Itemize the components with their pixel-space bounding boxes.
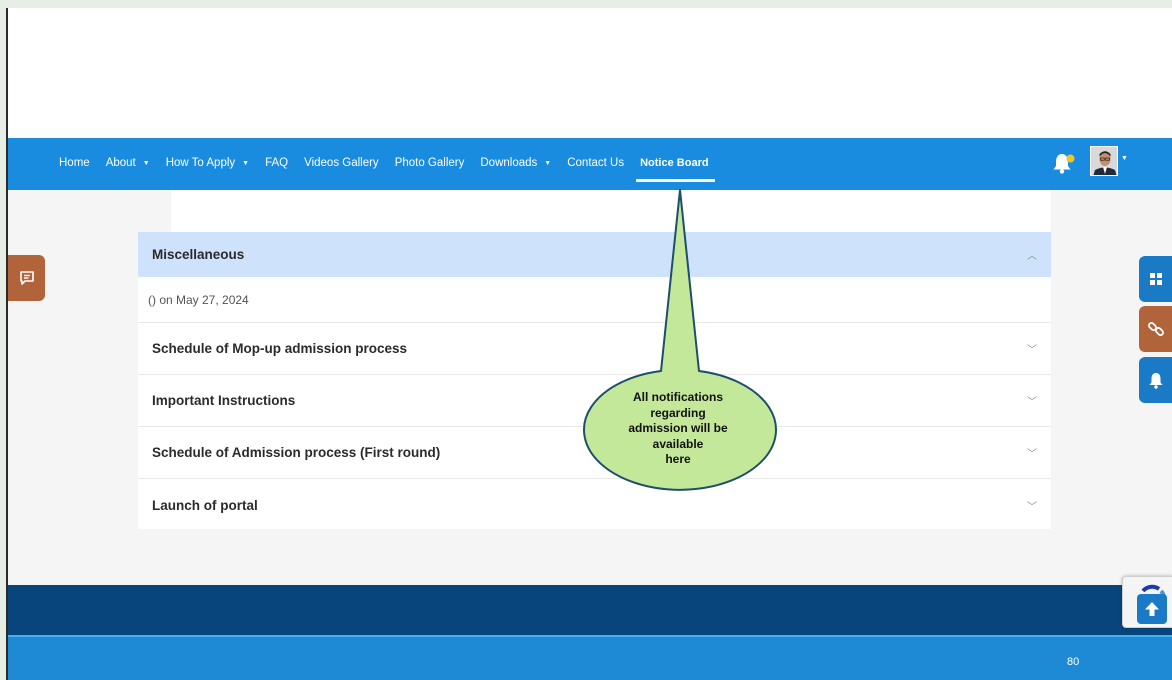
- footer-light-band: [8, 637, 1172, 680]
- page-number: 80: [1067, 656, 1080, 668]
- nav-home[interactable]: Home: [59, 157, 90, 169]
- category-meta: () on May 27, 2024: [138, 277, 1051, 323]
- chevron-down-icon: ﹀: [1027, 397, 1037, 408]
- slide-top-area: [8, 8, 1172, 138]
- callout-line: regarding: [650, 405, 706, 420]
- chevron-down-icon[interactable]: ▼: [1121, 155, 1128, 162]
- grid-icon: [1149, 273, 1162, 285]
- chevron-down-icon: ▼: [142, 159, 150, 167]
- chevron-down-icon: ﹀: [1027, 449, 1037, 460]
- chevron-down-icon: ﹀: [1027, 345, 1037, 356]
- nav-notice-board[interactable]: Notice Board: [636, 157, 716, 182]
- callout-line: All notifications: [633, 390, 723, 404]
- notice-item[interactable]: Schedule of Mop-up admission process ﹀: [138, 323, 1051, 375]
- notification-side-button[interactable]: [1139, 357, 1172, 403]
- footer-dark-band: [8, 585, 1172, 637]
- nav-about[interactable]: About ▼: [106, 157, 150, 169]
- nav-faq[interactable]: FAQ: [265, 157, 288, 169]
- nav-how-to-apply-label: How To Apply: [165, 157, 236, 169]
- nav-downloads-label: Downloads: [480, 157, 538, 169]
- scroll-to-top-button[interactable]: [1137, 594, 1167, 624]
- link-icon: [1147, 322, 1164, 336]
- nav-downloads[interactable]: Downloads ▼: [480, 157, 551, 169]
- callout-line: available: [652, 436, 704, 451]
- nav-faq-label: FAQ: [265, 157, 289, 169]
- bell-icon: [1053, 154, 1075, 174]
- notice-title: Schedule of Mop-up admission process: [152, 341, 408, 356]
- nav-photo-gallery[interactable]: Photo Gallery: [395, 157, 465, 169]
- accordion-header-miscellaneous[interactable]: Miscellaneous ︿: [138, 232, 1051, 277]
- user-avatar[interactable]: [1090, 146, 1118, 176]
- chevron-down-icon: ▼: [242, 159, 250, 167]
- nav-videos-gallery-label: Videos Gallery: [304, 157, 379, 169]
- user-photo: [1091, 147, 1117, 175]
- bell-icon: [1149, 373, 1162, 389]
- notice-board-panel: Miscellaneous ︿ () on May 27, 2024 Sched…: [138, 232, 1051, 529]
- nav-contact-us[interactable]: Contact Us: [567, 157, 624, 169]
- content-top-strip: [171, 190, 1051, 232]
- nav-photo-gallery-label: Photo Gallery: [394, 157, 465, 169]
- arrow-up-icon: [1145, 602, 1159, 616]
- callout-line: admission will be: [628, 421, 728, 435]
- callout-text: All notifications regarding admission wi…: [606, 390, 750, 468]
- nav-menu: Home About ▼ How To Apply ▼ FAQ Videos Gal…: [59, 138, 725, 188]
- main-navbar: Home About ▼ How To Apply ▼ FAQ Videos Gal…: [8, 138, 1172, 190]
- notice-item[interactable]: Important Instructions ﹀: [138, 375, 1051, 427]
- nav-videos-gallery[interactable]: Videos Gallery: [304, 157, 379, 169]
- chevron-up-icon: ︿: [1027, 251, 1037, 262]
- nav-contact-us-label: Contact Us: [567, 157, 625, 169]
- notice-title: Launch of portal: [152, 497, 258, 513]
- feedback-button[interactable]: [8, 255, 45, 301]
- dashboard-side-button[interactable]: [1139, 256, 1172, 302]
- category-title: Miscellaneous: [152, 247, 245, 262]
- chevron-down-icon: ▼: [544, 159, 552, 167]
- notice-item[interactable]: Schedule of Admission process (First rou…: [138, 427, 1051, 479]
- links-side-button[interactable]: [1139, 306, 1172, 352]
- callout-line: here: [665, 452, 691, 466]
- notice-item[interactable]: Launch of portal ﹀: [138, 479, 1051, 531]
- nav-how-to-apply[interactable]: How To Apply ▼: [166, 157, 249, 169]
- nav-about-label: About: [105, 157, 136, 169]
- notification-bell-button[interactable]: [1051, 150, 1077, 176]
- nav-home-label: Home: [59, 157, 90, 169]
- chevron-down-icon: ﹀: [1027, 501, 1037, 513]
- chat-icon: [19, 271, 34, 285]
- nav-notice-board-label: Notice Board: [640, 157, 709, 169]
- notice-title: Schedule of Admission process (First rou…: [152, 445, 441, 460]
- notice-title: Important Instructions: [152, 393, 296, 408]
